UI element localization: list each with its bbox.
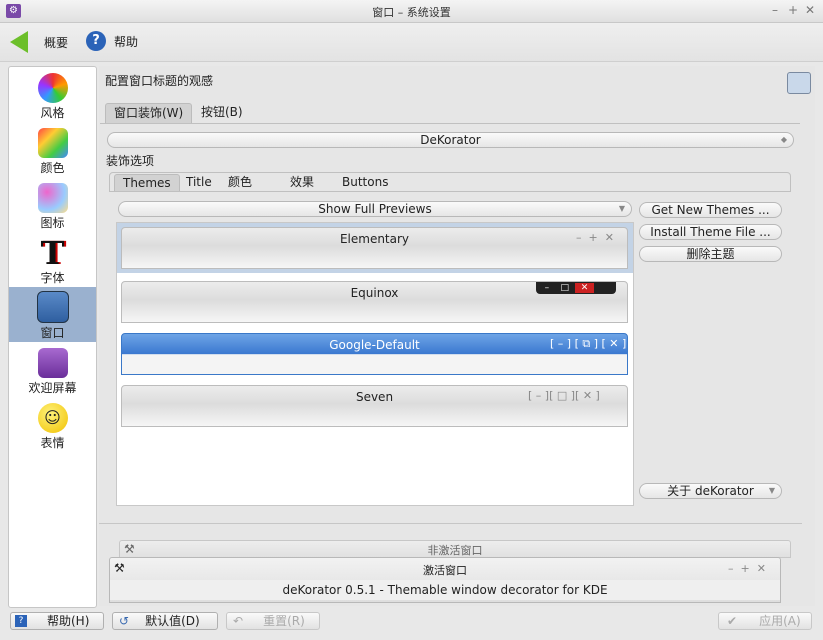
preview-mode-select[interactable]: Show Full Previews ▼ xyxy=(118,201,632,217)
decoration-options-label: 装饰选项 xyxy=(106,154,155,168)
active-window-title: 激活窗口 xyxy=(423,564,467,577)
main-tabs: 窗口装饰(W) 按钮(B) xyxy=(100,103,800,124)
theme-item-seven[interactable]: Seven [ – ][ □ ][ ✕ ] xyxy=(121,385,628,427)
window-icon xyxy=(36,291,69,323)
inactive-window-title: 非激活窗口 xyxy=(427,544,483,557)
icons-icon xyxy=(37,183,68,213)
help-icon: ? xyxy=(15,615,27,627)
window-title: 窗口 – 系统设置 xyxy=(372,6,451,19)
chevron-updown-icon: ◆ xyxy=(780,135,787,144)
sidebar-item-label: 风格 xyxy=(40,106,65,120)
defaults-label: 默认值(D) xyxy=(145,614,200,628)
theme-controls-icon: – □ ✕ xyxy=(536,282,616,294)
theme-item-elementary[interactable]: Elementary – + ✕ xyxy=(121,227,628,269)
page-title: 配置窗口标题的观感 xyxy=(105,74,214,88)
help-footer-label: 帮助(H) xyxy=(47,614,90,628)
help-label: 帮助 xyxy=(114,34,139,49)
overview-button[interactable]: 概要 xyxy=(10,31,68,53)
sidebar-item-label: 颜色 xyxy=(40,161,65,175)
help-button[interactable]: ? 帮助 xyxy=(86,31,138,51)
delete-theme-button[interactable]: 删除主题 xyxy=(639,246,782,262)
inactive-window-preview: ⚒ 非激活窗口 xyxy=(119,540,791,558)
apply-button[interactable]: ✔ 应用(A) xyxy=(718,612,812,630)
sidebar-item-label: 窗口 xyxy=(40,326,65,340)
theme-controls-icon: – + ✕ xyxy=(576,231,614,244)
decoration-select-value: DeKorator xyxy=(420,133,481,147)
help-footer-button[interactable]: ? 帮助(H) xyxy=(10,612,104,630)
category-sidebar: 风格 颜色 图标 T 字体 窗口 欢迎屏幕 ☺ 表情 xyxy=(8,66,97,608)
reset-label: 重置(R) xyxy=(263,614,305,628)
splash-screen-icon xyxy=(37,348,68,378)
sidebar-item-emoticons[interactable]: ☺ 表情 xyxy=(9,399,96,454)
sidebar-item-icons[interactable]: 图标 xyxy=(9,179,96,234)
sidebar-item-splash[interactable]: 欢迎屏幕 xyxy=(9,344,96,399)
window-titlebar: ⚙ 窗口 – 系统设置 – + ✕ xyxy=(0,0,823,23)
sidebar-item-label: 表情 xyxy=(40,436,65,450)
preview-description: deKorator 0.5.1 - Themable window decora… xyxy=(110,580,780,600)
color-palette-icon xyxy=(37,128,68,158)
preview-controls-icon: – + ✕ xyxy=(728,562,766,575)
tab-title[interactable]: Title xyxy=(178,174,220,190)
help-icon: ? xyxy=(86,31,106,51)
divider xyxy=(99,523,802,524)
tab-themes[interactable]: Themes xyxy=(114,174,180,191)
sidebar-item-label: 欢迎屏幕 xyxy=(28,381,77,395)
defaults-icon: ↺ xyxy=(119,614,130,628)
install-theme-file-button[interactable]: Install Theme File ... xyxy=(639,224,782,240)
theme-controls-icon: [ – ] [ ⧉ ] [ ✕ ] xyxy=(550,337,627,350)
decoration-select[interactable]: DeKorator ◆ xyxy=(107,132,794,148)
get-new-themes-button[interactable]: Get New Themes ... xyxy=(639,202,782,218)
close-icon[interactable]: ✕ xyxy=(805,3,815,17)
chevron-down-icon: ▼ xyxy=(618,204,625,213)
sidebar-item-label: 字体 xyxy=(40,271,65,285)
defaults-button[interactable]: ↺ 默认值(D) xyxy=(112,612,218,630)
apply-label: 应用(A) xyxy=(759,614,801,628)
content-panel: 配置窗口标题的观感 窗口装饰(W) 按钮(B) DeKorator ◆ 装饰选项… xyxy=(99,66,815,606)
tab-window-decoration[interactable]: 窗口装饰(W) xyxy=(105,103,193,123)
about-dekorator-button[interactable]: 关于 deKorator ▼ xyxy=(639,483,782,499)
preview-mode-value: Show Full Previews xyxy=(318,202,432,216)
sidebar-item-style[interactable]: 风格 xyxy=(9,69,96,124)
smiley-icon: ☺ xyxy=(37,403,68,433)
paint-brush-icon xyxy=(37,73,68,103)
reset-icon: ↶ xyxy=(233,614,244,628)
sidebar-item-label: 图标 xyxy=(40,216,65,230)
font-icon: T xyxy=(40,234,65,272)
sidebar-item-window[interactable]: 窗口 xyxy=(9,287,96,342)
tab-buttons[interactable]: 按钮(B) xyxy=(193,103,251,122)
about-label: 关于 deKorator xyxy=(667,484,754,498)
theme-item-google-default[interactable]: Google-Default [ – ] [ ⧉ ] [ ✕ ] xyxy=(121,333,628,375)
sidebar-item-colors[interactable]: 颜色 xyxy=(9,124,96,179)
options-subtabs: Themes Title 颜色 效果 Buttons xyxy=(109,172,791,192)
tab-effects[interactable]: 效果 xyxy=(282,174,322,190)
theme-item-equinox[interactable]: Equinox – □ ✕ xyxy=(121,281,628,323)
theme-controls-icon: [ – ][ □ ][ ✕ ] xyxy=(528,389,600,402)
theme-name: Elementary xyxy=(339,232,410,246)
reset-button[interactable]: ↶ 重置(R) xyxy=(226,612,320,630)
active-window-preview: ⚒ 激活窗口 – + ✕ deKorator 0.5.1 - Themable … xyxy=(109,557,781,603)
checkmark-icon: ✔ xyxy=(727,614,738,628)
chevron-down-icon: ▼ xyxy=(768,486,775,495)
tab-buttons-options[interactable]: Buttons xyxy=(334,174,396,190)
window-settings-icon xyxy=(787,72,811,94)
maximize-icon[interactable]: + xyxy=(788,3,798,17)
minimize-icon[interactable]: – xyxy=(772,3,778,17)
sidebar-item-fonts[interactable]: T 字体 xyxy=(9,234,96,289)
theme-list[interactable]: Elementary – + ✕ Equinox – □ ✕ Google-De… xyxy=(116,222,634,506)
back-arrow-icon xyxy=(10,31,28,53)
toolbar: 概要 ? 帮助 xyxy=(0,23,823,62)
overview-label: 概要 xyxy=(44,35,69,50)
tab-colors[interactable]: 颜色 xyxy=(220,174,260,190)
